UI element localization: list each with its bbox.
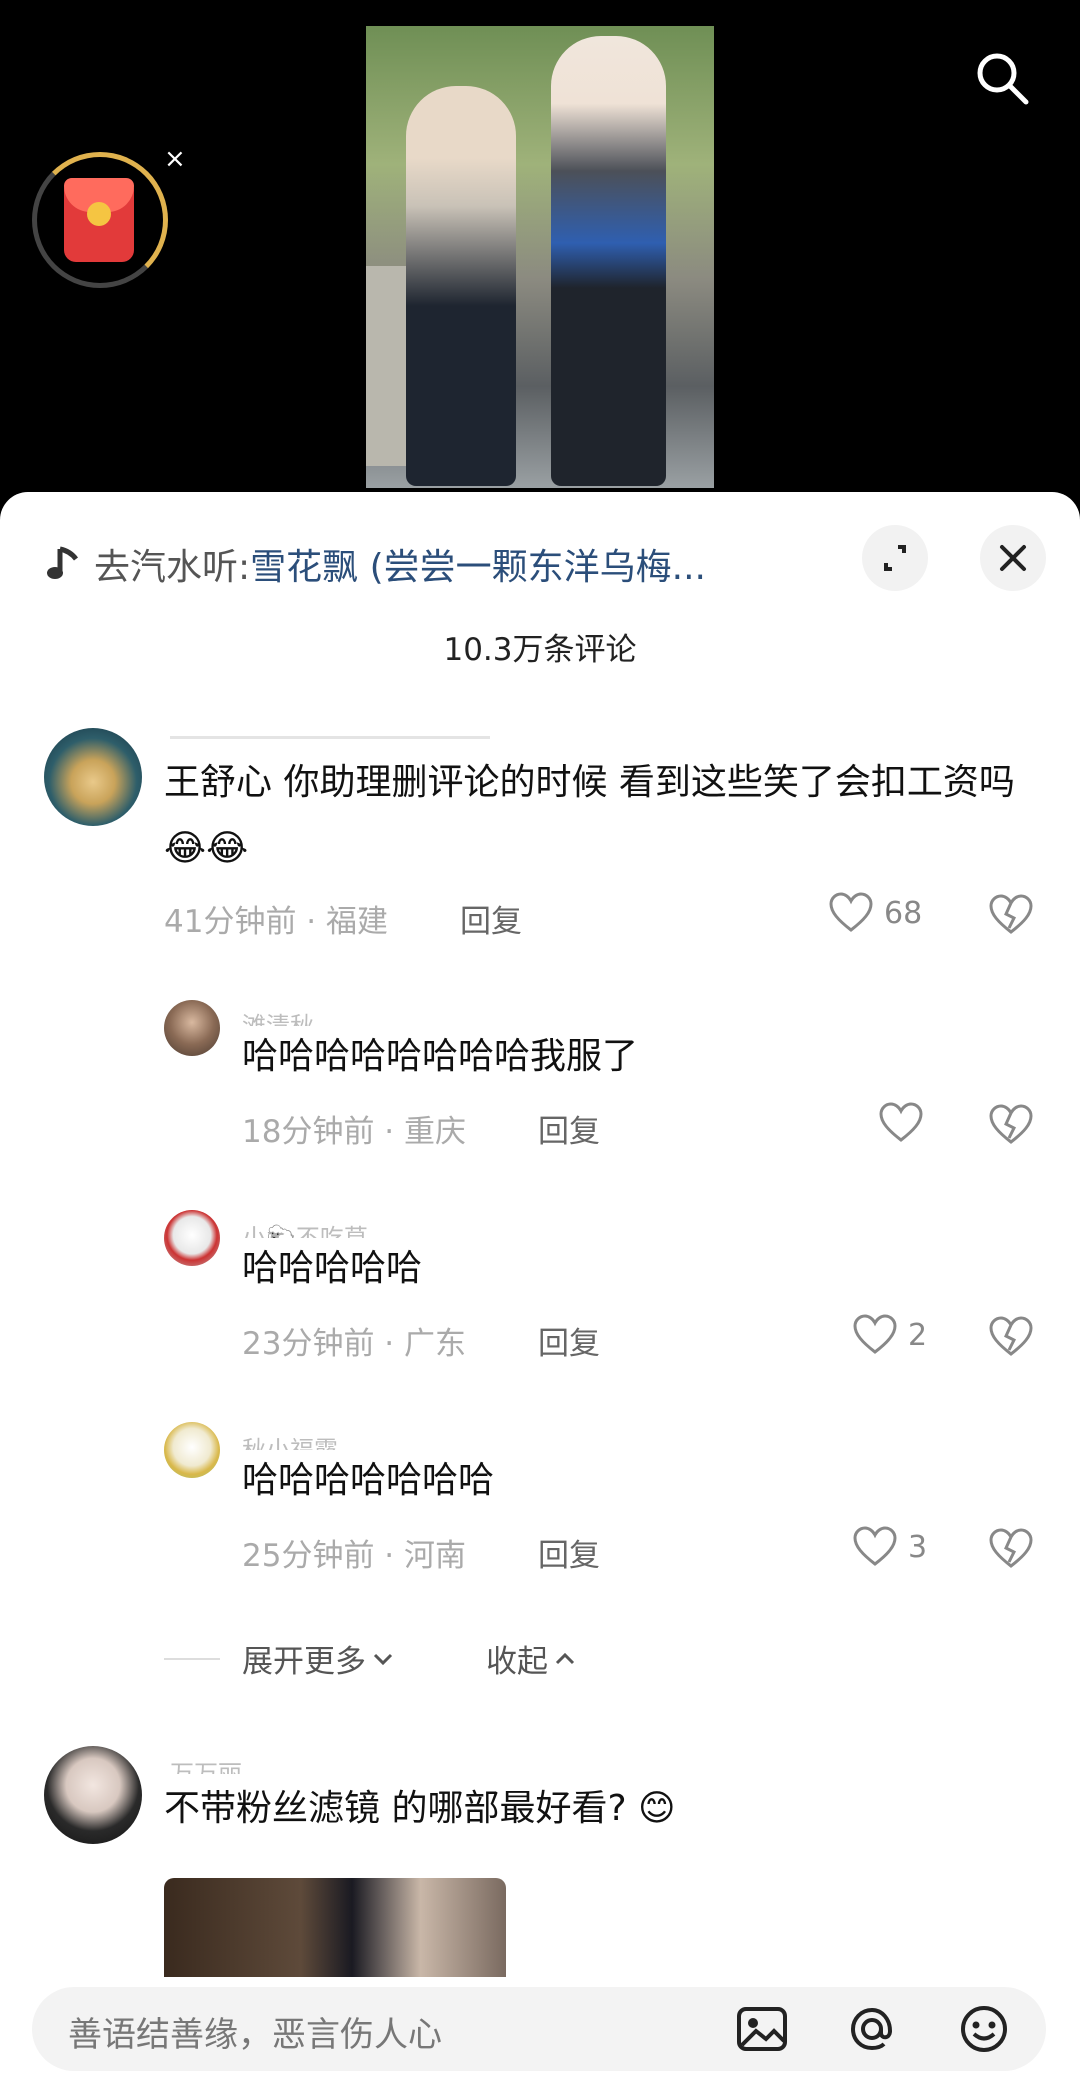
reply-button[interactable]: 回复 xyxy=(538,1318,600,1363)
red-packet-icon[interactable] xyxy=(32,152,168,288)
mention-icon[interactable] xyxy=(844,2001,900,2057)
heart-icon xyxy=(853,1526,897,1566)
avatar[interactable] xyxy=(164,1210,220,1266)
music-title[interactable]: 雪花飘 (尝尝一颗东洋乌梅... xyxy=(250,538,706,590)
dislike-button[interactable] xyxy=(988,894,1034,940)
reply-meta: 18分钟前 · 重庆 xyxy=(242,1114,467,1150)
avatar[interactable] xyxy=(164,1000,220,1056)
collapse-button[interactable]: 收起 xyxy=(486,1636,576,1681)
avatar[interactable] xyxy=(164,1422,220,1478)
avatar[interactable] xyxy=(44,728,142,826)
reply-username[interactable]: 滩清秋 xyxy=(242,1006,542,1026)
like-button[interactable]: 2 xyxy=(852,1314,927,1356)
thread-controls: 展开更多 收起 xyxy=(164,1636,576,1681)
comment-text: 不带粉丝滤镜 的哪部最好看? 😊 xyxy=(164,1788,676,1829)
broken-heart-icon xyxy=(989,1316,1033,1356)
close-icon xyxy=(1000,545,1026,571)
dislike-button[interactable] xyxy=(988,1316,1034,1362)
reply-meta: 25分钟前 · 河南 xyxy=(242,1538,467,1574)
search-icon[interactable] xyxy=(972,48,1032,108)
video-person-right xyxy=(551,36,666,486)
close-button[interactable] xyxy=(980,525,1046,591)
comment-input[interactable]: 善语结善缘，恶言伤人心 xyxy=(32,1987,1046,2071)
reply-username[interactable]: 小🐑不吃草 xyxy=(242,1218,542,1238)
video-person-left xyxy=(406,86,516,486)
music-note-icon xyxy=(47,546,78,579)
broken-heart-icon xyxy=(989,894,1033,934)
reply-text: 哈哈哈哈哈哈哈 xyxy=(242,1460,495,1501)
heart-icon xyxy=(879,1102,923,1142)
reply-username[interactable]: 秋小福露 xyxy=(242,1430,542,1450)
fullscreen-button[interactable] xyxy=(862,525,928,591)
comment-username[interactable] xyxy=(170,728,530,748)
comment-input-bar: 善语结善缘，恶言伤人心 xyxy=(0,1977,1080,2079)
broken-heart-icon xyxy=(989,1104,1033,1144)
comment-username[interactable]: 万万丽 xyxy=(170,1754,470,1774)
dislike-button[interactable] xyxy=(988,1104,1034,1150)
reply-text: 哈哈哈哈哈哈哈哈我服了 xyxy=(242,1036,639,1077)
like-count: 68 xyxy=(884,895,923,931)
emoji-icon[interactable] xyxy=(956,2001,1012,2057)
thread-divider xyxy=(164,1657,220,1660)
comment-input-placeholder: 善语结善缘，恶言伤人心 xyxy=(68,2015,442,2055)
expand-more-label: 展开更多 xyxy=(242,1644,366,1680)
dislike-button[interactable] xyxy=(988,1528,1034,1574)
broken-heart-icon xyxy=(989,1528,1033,1568)
like-button[interactable]: 68 xyxy=(828,892,922,934)
like-button[interactable] xyxy=(878,1102,934,1144)
expand-icon xyxy=(884,545,906,571)
collapse-label: 收起 xyxy=(486,1644,548,1680)
comment-text: 王舒心 你助理删评论的时候 看到这些笑了会扣工资吗😂😂 xyxy=(164,762,1015,869)
reply-button[interactable]: 回复 xyxy=(538,1106,600,1151)
image-icon[interactable] xyxy=(734,2001,790,2057)
reply-meta: 23分钟前 · 广东 xyxy=(242,1326,467,1362)
video-area[interactable]: × xyxy=(0,0,1080,500)
comment-count: 10.3万条评论 xyxy=(443,632,637,668)
reply-button[interactable]: 回复 xyxy=(538,1530,600,1575)
chevron-up-icon xyxy=(555,1652,575,1664)
heart-icon xyxy=(829,892,873,932)
music-prefix: 去汽水听: xyxy=(94,547,251,588)
expand-more-button[interactable]: 展开更多 xyxy=(242,1636,394,1681)
reply-button[interactable]: 回复 xyxy=(460,896,522,941)
heart-icon xyxy=(853,1314,897,1354)
like-count: 2 xyxy=(908,1317,928,1353)
red-packet-close-icon[interactable]: × xyxy=(164,144,186,174)
reply-text: 哈哈哈哈哈 xyxy=(242,1248,423,1289)
comment-meta: 41分钟前 · 福建 xyxy=(164,904,389,940)
like-button[interactable]: 3 xyxy=(852,1526,927,1568)
avatar[interactable] xyxy=(44,1746,142,1844)
chevron-down-icon xyxy=(373,1653,393,1665)
comments-panel: 去汽水听: 雪花飘 (尝尝一颗东洋乌梅... 10.3万条评论 王舒心 你助理删… xyxy=(0,492,1080,2079)
red-packet-envelope xyxy=(64,178,134,262)
music-link[interactable]: 去汽水听: 雪花飘 (尝尝一颗东洋乌梅... xyxy=(46,534,816,594)
video-thumbnail[interactable] xyxy=(366,26,714,488)
like-count: 3 xyxy=(908,1529,928,1565)
